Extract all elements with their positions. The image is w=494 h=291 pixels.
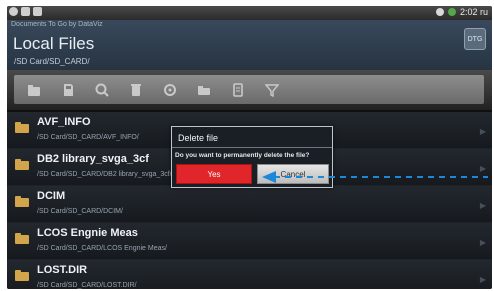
file-path: /SD Card/SD_CARD/LCOS Engnie Meas/ <box>37 245 167 252</box>
folder-icon <box>15 233 29 244</box>
list-item[interactable]: DCIM /SD Card/SD_CARD/DCIM/ ▶ <box>7 186 492 223</box>
folder-icon <box>15 159 29 170</box>
file-path: /SD Card/SD_CARD/DB2 library_svga_3cf/ <box>37 171 172 178</box>
chevron-right-icon: ▶ <box>479 238 486 247</box>
app-subtitle: Documents To Go by DataViz <box>11 21 103 28</box>
file-name: DCIM <box>37 190 66 202</box>
chevron-right-icon: ▶ <box>479 275 486 284</box>
sdcard-icon[interactable] <box>58 80 78 100</box>
file-name: DB2 library_svga_3cf <box>37 153 149 165</box>
new-folder-icon[interactable] <box>194 80 214 100</box>
toolbar <box>7 70 492 110</box>
current-path: /SD Card/SD_CARD/ <box>14 57 90 66</box>
folder-icon <box>15 270 29 281</box>
device-screen: 2:02 ru Documents To Go by DataViz Local… <box>7 6 492 289</box>
list-item[interactable]: LOST.DIR /SD Card/SD_CARD/LOST.DIR/ ▶ <box>7 260 492 289</box>
file-name: AVF_INFO <box>37 116 91 128</box>
folder-icon <box>15 122 29 133</box>
app-header: Documents To Go by DataViz Local Files /… <box>7 20 492 70</box>
dialog-title: Delete file <box>178 133 219 143</box>
refresh-icon[interactable] <box>160 80 180 100</box>
annotation-arrow-icon <box>262 171 488 183</box>
file-path: /SD Card/SD_CARD/AVF_INFO/ <box>37 134 139 141</box>
page-title: Local Files <box>13 34 95 53</box>
dialog-divider <box>172 147 332 148</box>
notification-icons <box>9 7 42 16</box>
sd-card-icon <box>21 7 30 16</box>
folder-icon <box>15 196 29 207</box>
file-path: /SD Card/SD_CARD/DCIM/ <box>37 208 123 215</box>
download-icon <box>33 7 42 16</box>
folder-up-icon[interactable] <box>24 80 44 100</box>
file-name: LOST.DIR <box>37 264 88 276</box>
delete-icon[interactable] <box>126 80 146 100</box>
alarm-icon <box>435 8 444 16</box>
file-name: LCOS Engnie Meas <box>37 227 138 239</box>
status-bar: 2:02 ru <box>7 6 492 20</box>
status-time: 2:02 ru <box>459 7 488 17</box>
new-document-icon[interactable] <box>228 80 248 100</box>
app-logo-icon[interactable]: DTG <box>464 28 486 50</box>
usb-icon <box>9 7 18 16</box>
chevron-right-icon: ▶ <box>479 201 486 210</box>
filter-icon[interactable] <box>262 80 282 100</box>
yes-button[interactable]: Yes <box>176 164 252 184</box>
list-item[interactable]: LCOS Engnie Meas /SD Card/SD_CARD/LCOS E… <box>7 223 492 260</box>
system-icons: 2:02 ru <box>435 7 488 17</box>
file-path: /SD Card/SD_CARD/LOST.DIR/ <box>37 282 137 289</box>
chevron-right-icon: ▶ <box>479 127 486 136</box>
search-icon[interactable] <box>92 80 112 100</box>
toolbar-buttons <box>14 75 484 104</box>
dialog-message: Do you want to permanently delete the fi… <box>175 152 310 159</box>
battery-icon <box>447 8 456 16</box>
